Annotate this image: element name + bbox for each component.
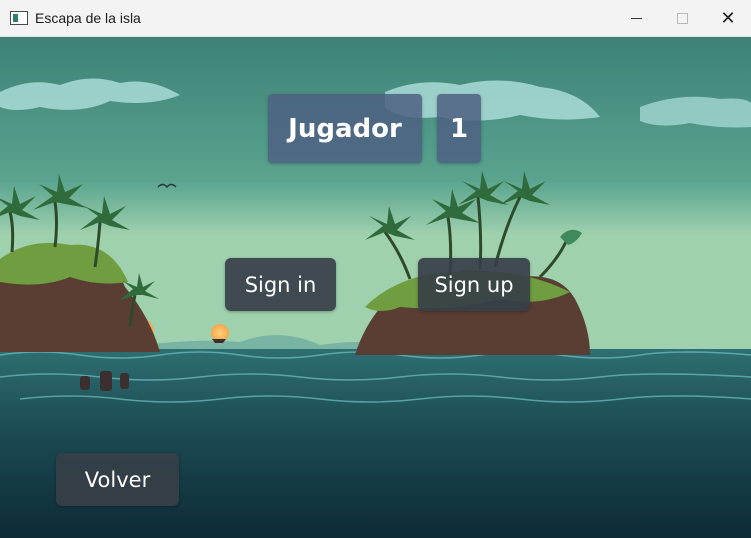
maximize-button[interactable] <box>659 0 705 37</box>
sign-up-button[interactable]: Sign up <box>418 258 530 311</box>
minimize-icon <box>630 18 642 19</box>
player-number: 1 <box>437 94 481 163</box>
window-controls: ✕ <box>613 0 751 37</box>
player-label: Jugador <box>268 94 422 163</box>
close-icon: ✕ <box>720 8 736 29</box>
game-scene: Jugador 1 Sign in Sign up Volver <box>0 37 751 538</box>
title-bar: Escapa de la isla ✕ <box>0 0 751 37</box>
sign-in-button[interactable]: Sign in <box>225 258 336 311</box>
app-window: Escapa de la isla ✕ Jugador 1 Sign in Si… <box>0 0 751 538</box>
app-window-icon <box>10 11 28 25</box>
close-button[interactable]: ✕ <box>705 0 751 37</box>
window-title: Escapa de la isla <box>35 10 141 26</box>
back-button[interactable]: Volver <box>56 453 179 506</box>
minimize-button[interactable] <box>613 0 659 37</box>
maximize-icon <box>676 13 688 24</box>
